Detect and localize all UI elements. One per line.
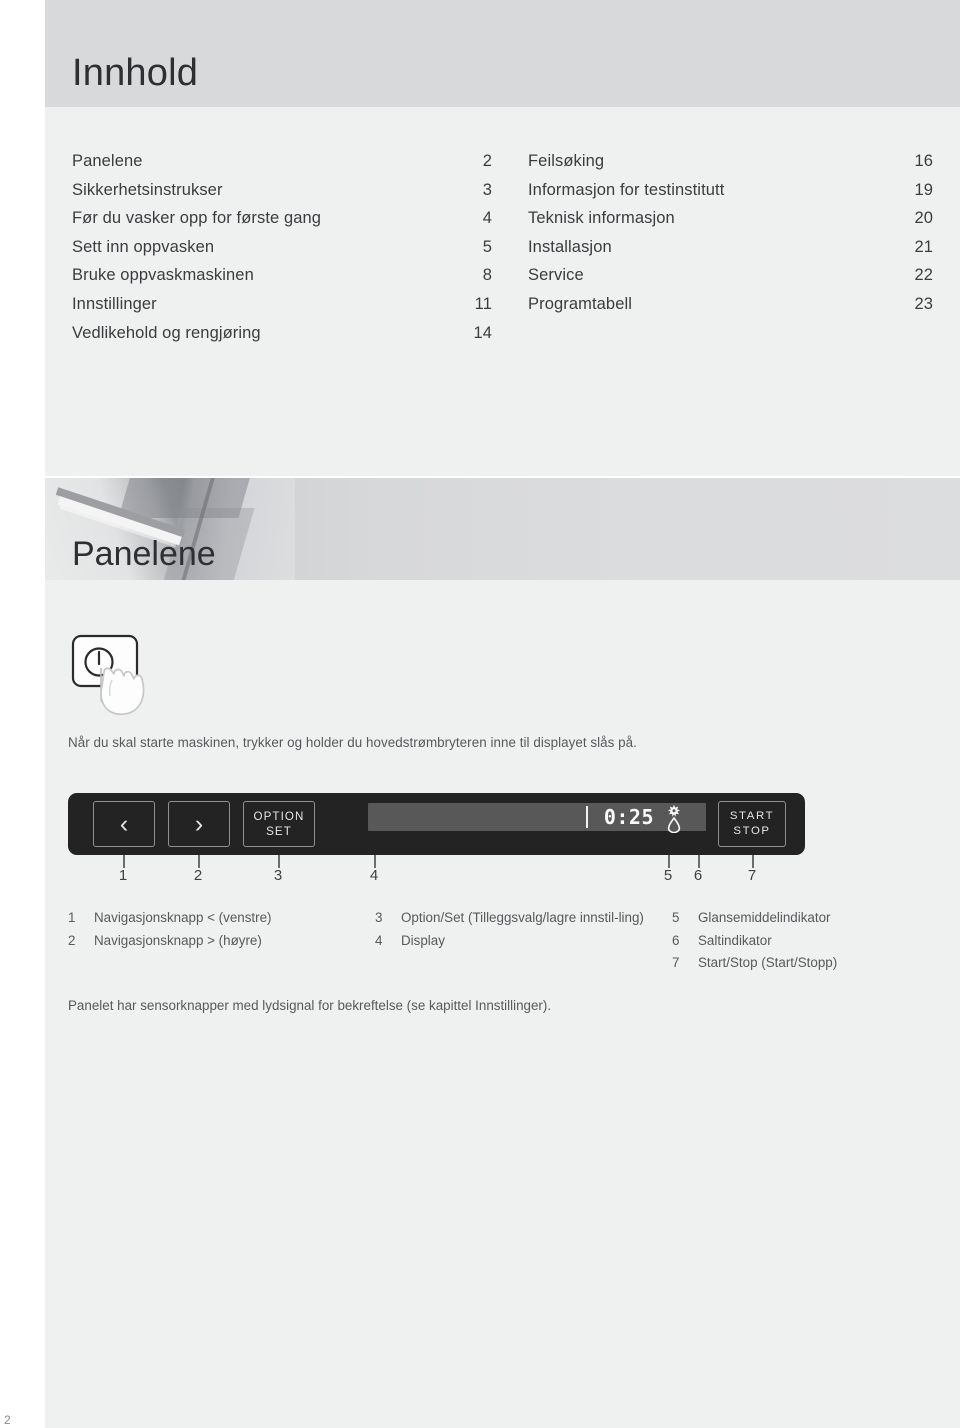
nav-left-button[interactable]: ‹ [93,801,155,847]
salt-indicator-icon [667,816,681,834]
toc-entry: Informasjon for testinstitutt 19 [528,181,933,210]
toc-entry: Installasjon 21 [528,238,933,267]
legend-column-1: 1 Navigasjonsknapp < (venstre) 2 Navigas… [68,907,368,952]
toc-entry-page: 21 [914,237,933,256]
legend-text: Navigasjonsknapp > (høyre) [94,932,262,948]
toc-entry: Service 22 [528,266,933,295]
legend-text: Glansemiddelindikator [698,910,831,925]
legend-item: 7 Start/Stop (Start/Stopp) [672,952,942,975]
set-label: SET [266,825,292,838]
document-page: Innhold Panelene 2 Sikkerhetsinstrukser … [0,0,960,1428]
display-screen: 0:25 [368,803,706,834]
toc-entry-label: Før du vasker opp for første gang [72,209,322,228]
callout-number: 6 [693,867,703,884]
chevron-left-icon: ‹ [119,809,129,838]
toc-left-column: Panelene 2 Sikkerhetsinstrukser 3 Før du… [72,152,492,352]
toc-entry: Sett inn oppvasken 5 [72,238,492,267]
option-label: OPTION [253,810,305,823]
legend-item: 2 Navigasjonsknapp > (høyre) [68,930,368,953]
legend-text: Start/Stop (Start/Stopp) [698,955,838,970]
callout-number: 5 [663,867,673,884]
toc-entry-page: 16 [914,152,933,170]
legend-number: 6 [672,932,680,948]
toc-entry-label: Installasjon [528,237,612,256]
toc-entry: Feilsøking 16 [528,152,933,181]
legend-column-2: 3 Option/Set (Tilleggsvalg/lagre innstil… [375,907,660,952]
callout-number: 3 [273,867,283,884]
toc-entry-page: 11 [474,294,492,313]
legend-number: 7 [672,955,680,970]
legend-number: 3 [375,910,383,925]
toc-entry: Før du vasker opp for første gang 4 [72,209,492,238]
callout-leaders: 1 2 3 4 5 6 7 [68,855,805,887]
legend-text: Display [401,932,445,948]
legend-item: 3 Option/Set (Tilleggsvalg/lagre innstil… [375,907,660,930]
toc-entry: Teknisk informasjon 20 [528,209,933,238]
toc-entry-page: 3 [482,180,492,199]
toc-entry-label: Bruke oppvaskmaskinen [72,266,254,285]
nav-right-button[interactable]: › [168,801,230,847]
start-stop-button[interactable]: START STOP [718,801,786,847]
toc-entry-label: Panelene [72,152,143,170]
toc-entry-label: Sett inn oppvasken [72,237,215,256]
toc-right-column: Feilsøking 16 Informasjon for testinstit… [528,152,933,324]
toc-entry-label: Vedlikehold og rengjøring [72,323,261,342]
callout-number: 7 [747,867,757,884]
legend-item: 6 Saltindikator [672,930,942,953]
toc-entry-page: 19 [914,180,933,199]
toc-entry-label: Informasjon for testinstitutt [528,180,725,199]
legend-text: Option/Set (Tilleggsvalg/lagre innstil-l… [401,910,644,925]
start-instruction-text: Når du skal starte maskinen, trykker og … [68,735,637,750]
control-panel-graphic: ‹ › OPTION SET 0:25 START STOP [68,793,805,855]
callout-number: 2 [193,867,203,884]
toc-entry-label: Teknisk informasjon [528,209,675,228]
toc-entry: Bruke oppvaskmaskinen 8 [72,266,492,295]
toc-entry: Panelene 2 [72,152,492,181]
legend-item: 4 Display [375,930,660,953]
toc-entry: Sikkerhetsinstrukser 3 [72,181,492,210]
toc-entry-page: 2 [482,152,492,170]
toc-entry-label: Innstillinger [72,294,157,313]
hand-pressing-power-button-icon [68,628,188,720]
section-heading: Panelene [72,535,216,573]
toc-entry-page: 22 [914,266,933,285]
chevron-right-icon: › [194,809,204,838]
start-label: START [729,810,775,822]
toc-entry-label: Sikkerhetsinstrukser [72,180,223,199]
legend-item: 1 Navigasjonsknapp < (venstre) [68,907,368,930]
legend-number: 1 [68,910,76,925]
legend-text: Navigasjonsknapp < (venstre) [94,910,272,925]
legend-number: 4 [375,932,383,948]
toc-entry-label: Service [528,266,584,285]
legend-item: 5 Glansemiddelindikator [672,907,942,930]
legend-column-3: 5 Glansemiddelindikator 6 Saltindikator … [672,907,942,975]
toc-entry: Innstillinger 11 [72,295,492,324]
toc-entry-page: 8 [482,266,492,285]
section-header-band: Panelene [45,478,960,580]
display-time-value: 0:25 [603,805,654,829]
toc-entry: Programtabell 23 [528,295,933,324]
toc-entry-label: Programtabell [528,294,633,313]
callout-number: 1 [118,867,128,884]
legend-number: 5 [672,910,680,925]
toc-entry: Vedlikehold og rengjøring 14 [72,324,492,353]
callout-number: 4 [369,867,379,884]
toc-entry-label: Feilsøking [528,152,605,170]
legend-number: 2 [68,932,76,948]
toc-entry-page: 20 [914,209,933,228]
toc-entry-page: 5 [482,237,492,256]
stop-label: STOP [733,825,771,837]
option-set-button[interactable]: OPTION SET [243,801,315,847]
rinse-aid-indicator-icon [666,804,682,818]
toc-entry-page: 14 [473,323,492,342]
toc-entry-page: 23 [914,294,933,313]
toc-entry-page: 4 [482,209,492,228]
legend-text: Saltindikator [698,932,772,948]
panel-footnote: Panelet har sensorknapper med lydsignal … [68,998,552,1013]
display-separator-icon [586,806,588,828]
page-number: 2 [4,1413,11,1427]
page-title: Innhold [72,52,199,94]
